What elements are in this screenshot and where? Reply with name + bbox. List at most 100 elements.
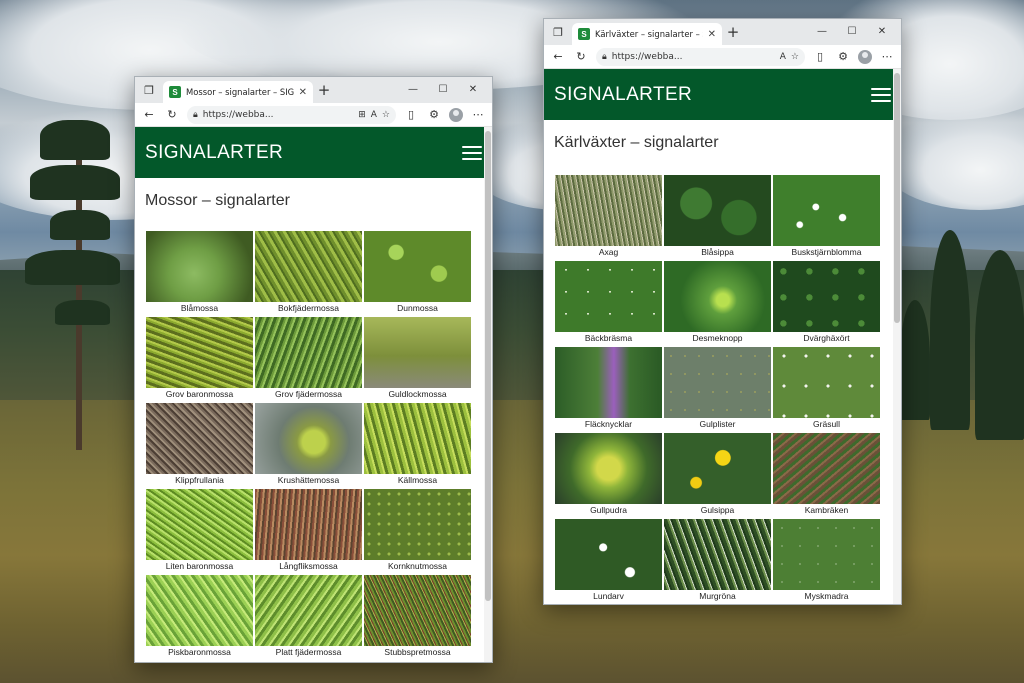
species-photo[interactable] bbox=[773, 347, 880, 418]
maximize-icon[interactable]: ☐ bbox=[428, 77, 458, 103]
species-card[interactable]: Gulsippa bbox=[664, 433, 771, 519]
species-card[interactable]: Grov fjädermossa bbox=[255, 317, 362, 403]
species-card[interactable]: Gräsull bbox=[773, 347, 880, 433]
species-caption[interactable]: Fläcknycklar bbox=[555, 418, 662, 433]
species-photo[interactable] bbox=[364, 317, 471, 388]
species-caption[interactable]: Grov baronmossa bbox=[146, 388, 253, 403]
read-aloud-icon[interactable]: A bbox=[780, 52, 786, 62]
browser-tab-mossor[interactable]: S Mossor – signalarter – SIGNALAR ✕ bbox=[163, 81, 313, 103]
species-caption[interactable]: Krushättemossa bbox=[255, 474, 362, 489]
species-photo[interactable] bbox=[255, 317, 362, 388]
species-caption[interactable]: Lundarv bbox=[555, 590, 662, 604]
species-photo[interactable] bbox=[255, 403, 362, 474]
scrollbar-thumb[interactable] bbox=[894, 73, 900, 323]
new-tab-plus-icon[interactable]: + bbox=[722, 23, 744, 41]
minimize-icon[interactable]: — bbox=[398, 77, 428, 103]
close-tab-icon[interactable]: ✕ bbox=[299, 87, 307, 98]
species-caption[interactable]: Dvärghäxört bbox=[773, 332, 880, 347]
species-caption[interactable]: Kambräken bbox=[773, 504, 880, 519]
close-tab-icon[interactable]: ✕ bbox=[708, 29, 716, 40]
species-card[interactable]: Kambräken bbox=[773, 433, 880, 519]
species-card[interactable]: Blåmossa bbox=[146, 231, 253, 317]
species-caption[interactable]: Guldlockmossa bbox=[364, 388, 471, 403]
species-photo[interactable] bbox=[364, 403, 471, 474]
read-aloud-icon[interactable]: A bbox=[371, 110, 377, 120]
species-photo[interactable] bbox=[255, 575, 362, 646]
species-caption[interactable]: Platt fjädermossa bbox=[255, 646, 362, 661]
species-caption[interactable]: Liten baronmossa bbox=[146, 560, 253, 575]
species-photo[interactable] bbox=[146, 575, 253, 646]
species-caption[interactable]: Kornknutmossa bbox=[364, 560, 471, 575]
species-card[interactable]: Bäckbräsma bbox=[555, 261, 662, 347]
species-photo[interactable] bbox=[255, 231, 362, 302]
back-arrow-icon[interactable]: ← bbox=[550, 49, 566, 65]
site-logo-text[interactable]: SIGNALARTER bbox=[554, 84, 692, 106]
species-photo[interactable] bbox=[555, 347, 662, 418]
species-card[interactable]: Murgröna bbox=[664, 519, 771, 604]
hamburger-menu-icon[interactable] bbox=[871, 87, 891, 102]
species-photo[interactable] bbox=[146, 231, 253, 302]
hamburger-menu-icon[interactable] bbox=[462, 145, 482, 160]
species-card[interactable]: Dunmossa bbox=[364, 231, 471, 317]
profile-avatar-icon[interactable] bbox=[449, 107, 463, 122]
new-tab-plus-icon[interactable]: + bbox=[313, 81, 335, 99]
species-card[interactable]: Piskbaronmossa bbox=[146, 575, 253, 661]
maximize-icon[interactable]: ☐ bbox=[837, 19, 867, 45]
profile-avatar-icon[interactable] bbox=[858, 49, 872, 64]
species-card[interactable]: Platt fjädermossa bbox=[255, 575, 362, 661]
close-window-icon[interactable]: ✕ bbox=[867, 19, 897, 45]
extensions-icon[interactable]: ⚙ bbox=[835, 49, 851, 65]
species-caption[interactable]: Källmossa bbox=[364, 474, 471, 489]
species-photo[interactable] bbox=[555, 175, 662, 246]
species-caption[interactable]: Myskmadra bbox=[773, 590, 880, 604]
species-photo[interactable] bbox=[555, 261, 662, 332]
species-card[interactable]: Lundarv bbox=[555, 519, 662, 604]
species-card[interactable]: Guldlockmossa bbox=[364, 317, 471, 403]
species-photo[interactable] bbox=[364, 489, 471, 560]
species-photo[interactable] bbox=[146, 489, 253, 560]
species-caption[interactable]: Buskstjärnblomma bbox=[773, 246, 880, 261]
species-caption[interactable]: Desmeknopp bbox=[664, 332, 771, 347]
species-caption[interactable]: Gullpudra bbox=[555, 504, 662, 519]
species-card[interactable]: Desmeknopp bbox=[664, 261, 771, 347]
split-screen-icon[interactable]: ⊞ bbox=[358, 110, 366, 120]
back-arrow-icon[interactable]: ← bbox=[141, 107, 157, 123]
tab-actions-icon[interactable]: ❐ bbox=[135, 77, 163, 103]
species-photo[interactable] bbox=[255, 489, 362, 560]
address-bar[interactable]: 🔒︎ https://webba... A ☆ bbox=[596, 47, 805, 66]
scrollbar-thumb[interactable] bbox=[485, 131, 491, 601]
species-photo[interactable] bbox=[664, 175, 771, 246]
species-card[interactable]: Liten baronmossa bbox=[146, 489, 253, 575]
species-card[interactable]: Dvärghäxört bbox=[773, 261, 880, 347]
species-caption[interactable]: Blåmossa bbox=[146, 302, 253, 317]
species-card[interactable]: Blåsippa bbox=[664, 175, 771, 261]
species-photo[interactable] bbox=[664, 519, 771, 590]
species-card[interactable]: Kornknutmossa bbox=[364, 489, 471, 575]
species-card[interactable]: Klippfrullania bbox=[146, 403, 253, 489]
species-caption[interactable]: Stubbspretmossa bbox=[364, 646, 471, 661]
species-photo[interactable] bbox=[146, 317, 253, 388]
species-photo[interactable] bbox=[664, 261, 771, 332]
collections-icon[interactable]: ▯ bbox=[403, 107, 419, 123]
browser-window-mossor[interactable]: ❐ S Mossor – signalarter – SIGNALAR ✕ + … bbox=[134, 76, 493, 663]
species-caption[interactable]: Murgröna bbox=[664, 590, 771, 604]
species-caption[interactable]: Gulsippa bbox=[664, 504, 771, 519]
extensions-icon[interactable]: ⚙ bbox=[426, 107, 442, 123]
collections-icon[interactable]: ▯ bbox=[812, 49, 828, 65]
species-card[interactable]: Källmossa bbox=[364, 403, 471, 489]
species-card[interactable]: Myskmadra bbox=[773, 519, 880, 604]
species-card[interactable]: Stubbspretmossa bbox=[364, 575, 471, 661]
more-options-icon[interactable]: ⋯ bbox=[879, 49, 895, 65]
species-caption[interactable]: Dunmossa bbox=[364, 302, 471, 317]
species-photo[interactable] bbox=[773, 261, 880, 332]
refresh-icon[interactable]: ↻ bbox=[164, 107, 180, 123]
address-bar[interactable]: 🔒︎ https://webba... ⊞ A ☆ bbox=[187, 105, 396, 124]
species-caption[interactable]: Axag bbox=[555, 246, 662, 261]
species-photo[interactable] bbox=[664, 347, 771, 418]
species-card[interactable]: Gullpudra bbox=[555, 433, 662, 519]
refresh-icon[interactable]: ↻ bbox=[573, 49, 589, 65]
species-caption[interactable]: Klippfrullania bbox=[146, 474, 253, 489]
species-photo[interactable] bbox=[146, 403, 253, 474]
tab-actions-icon[interactable]: ❐ bbox=[544, 19, 572, 45]
species-caption[interactable]: Bäckbräsma bbox=[555, 332, 662, 347]
